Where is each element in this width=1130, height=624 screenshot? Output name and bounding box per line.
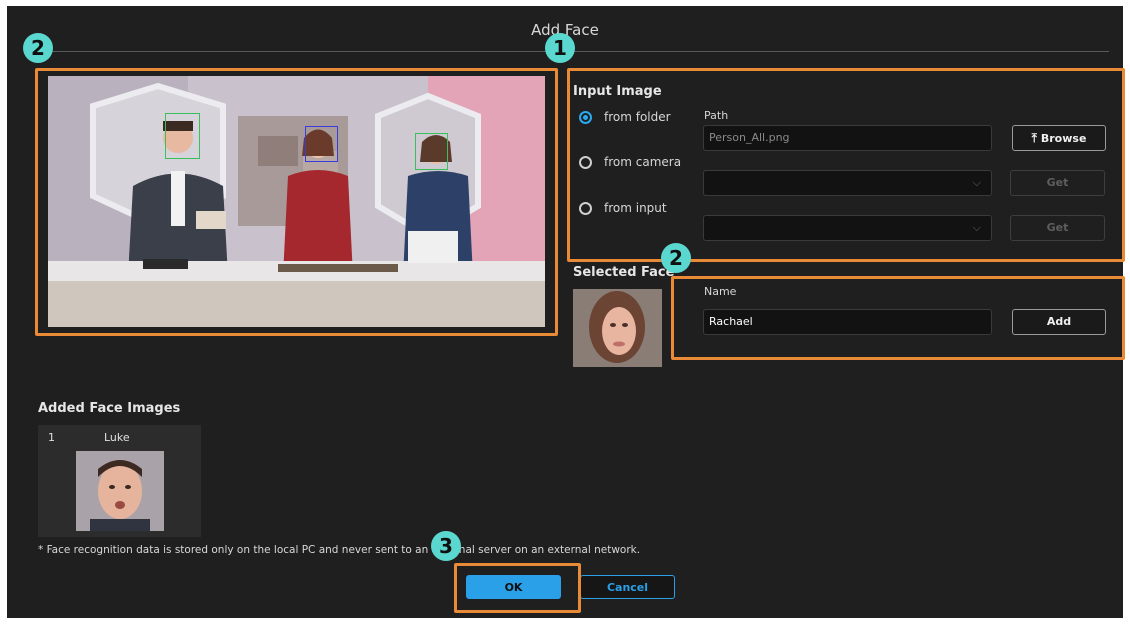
selected-face-thumbnail: [573, 289, 662, 367]
added-face-thumbnail: [76, 451, 164, 531]
badge-step-2-name: 2: [661, 243, 691, 273]
added-faces-heading: Added Face Images: [38, 401, 181, 416]
badge-step-2-preview: 2: [23, 33, 53, 63]
cancel-button[interactable]: Cancel: [580, 575, 675, 599]
selected-face-heading: Selected Face: [573, 265, 675, 280]
added-face-index: 1: [48, 431, 55, 444]
callout-name: [671, 276, 1125, 360]
badge-step-1-input: 1: [545, 33, 575, 63]
badge-step-3-ok: 3: [431, 531, 461, 561]
added-face-card[interactable]: 1 Luke: [38, 425, 201, 537]
callout-ok: [454, 563, 581, 613]
callout-input-image: [567, 68, 1125, 262]
callout-preview: [35, 68, 558, 336]
title-divider: [47, 51, 1109, 52]
added-face-name: Luke: [104, 431, 130, 444]
privacy-note: * Face recognition data is stored only o…: [38, 544, 641, 556]
